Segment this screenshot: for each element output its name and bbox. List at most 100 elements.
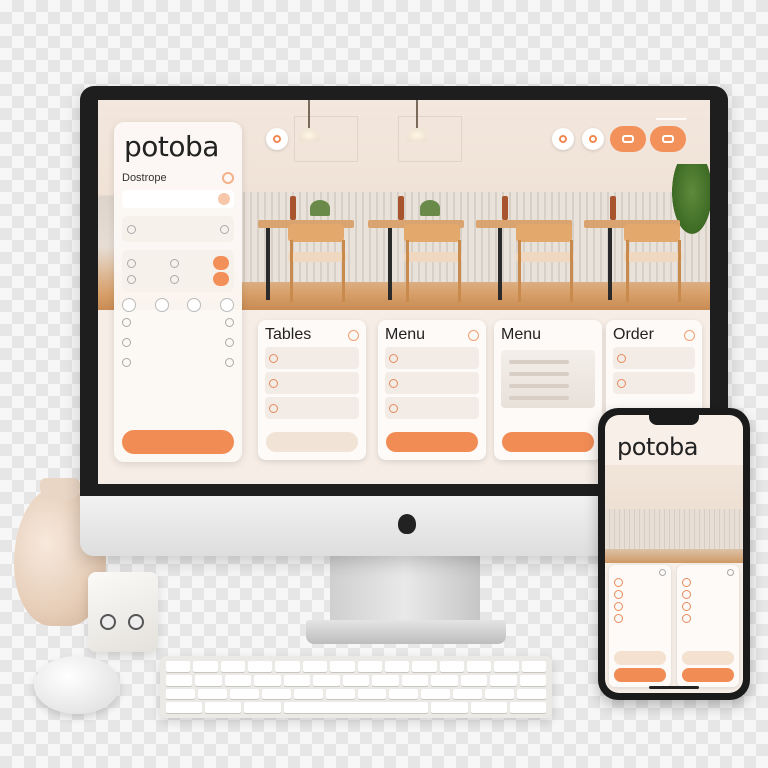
- cart-button[interactable]: [610, 126, 646, 152]
- mobile-panel-header: [614, 569, 666, 576]
- menu-preview: [501, 350, 595, 408]
- menu-line: [509, 396, 569, 400]
- chat-icon[interactable]: [170, 274, 179, 284]
- dish-icon: [682, 589, 691, 599]
- cake-icon[interactable]: [187, 298, 202, 312]
- menu-row[interactable]: [385, 397, 479, 419]
- chair-seat: [624, 252, 682, 262]
- quick-action-row: [127, 255, 229, 271]
- dish-icon: [389, 353, 398, 363]
- list-item[interactable]: [614, 600, 666, 612]
- dish-icon: [682, 577, 691, 587]
- sidebar-selection-row: [127, 221, 229, 237]
- list-item[interactable]: [614, 612, 666, 624]
- profile-button[interactable]: [650, 126, 686, 152]
- clock-icon[interactable]: [127, 258, 136, 268]
- sidebar-header: Dostrope: [122, 172, 234, 184]
- chair-seat: [288, 252, 346, 262]
- monitor-stand-base: [306, 620, 506, 644]
- chair-leg: [626, 240, 629, 302]
- more-icon[interactable]: [727, 569, 734, 576]
- chair-leg: [290, 240, 293, 302]
- card-header: Menu: [385, 326, 479, 344]
- list-item[interactable]: [614, 576, 666, 588]
- list-item[interactable]: [122, 312, 234, 332]
- table-icon: [269, 378, 278, 388]
- add-icon[interactable]: [213, 272, 229, 286]
- dish-icon: [389, 378, 398, 388]
- card-header: Menu: [501, 326, 595, 344]
- lamp-shade: [299, 128, 319, 142]
- desk-speaker: [88, 572, 158, 652]
- settings-icon[interactable]: [222, 172, 234, 184]
- sidebar-action-button[interactable]: [122, 430, 234, 454]
- mobile-secondary-button[interactable]: [614, 651, 666, 665]
- dot-icon: [225, 357, 234, 367]
- mobile-cafe-photo: [605, 465, 743, 563]
- card-title: Order: [613, 326, 654, 343]
- table-row[interactable]: [265, 347, 359, 369]
- chair-leg: [518, 240, 521, 302]
- list-item[interactable]: [682, 588, 734, 600]
- location-button[interactable]: [266, 128, 288, 150]
- home-indicator: [649, 686, 699, 689]
- list-item[interactable]: [682, 612, 734, 624]
- order-row[interactable]: [613, 347, 695, 369]
- sidebar-title: Dostrope: [122, 172, 167, 184]
- salad-icon[interactable]: [219, 298, 234, 312]
- filter-icon[interactable]: [218, 193, 230, 205]
- search-button[interactable]: [552, 128, 574, 150]
- list-item[interactable]: [682, 600, 734, 612]
- table-bottle: [398, 196, 404, 220]
- mobile-secondary-button[interactable]: [682, 651, 734, 665]
- table-plant: [420, 200, 440, 216]
- table-icon: [614, 589, 623, 599]
- more-icon[interactable]: [659, 569, 666, 576]
- tables-action-button[interactable]: [266, 432, 358, 452]
- dish-icon: [682, 601, 691, 611]
- order-row[interactable]: [613, 372, 695, 394]
- order-icon: [617, 378, 626, 388]
- dot-icon: [225, 337, 234, 347]
- notifications-button[interactable]: [582, 128, 604, 150]
- table-row[interactable]: [265, 397, 359, 419]
- menu-row[interactable]: [385, 347, 479, 369]
- table-icon: [614, 601, 623, 611]
- table-row[interactable]: [265, 372, 359, 394]
- table-icon: [614, 613, 623, 623]
- table-icon: [269, 353, 278, 363]
- sidebar-selection[interactable]: [122, 216, 234, 242]
- bell-icon: [589, 135, 597, 143]
- menu-action-button[interactable]: [386, 432, 478, 452]
- card-title: Menu: [385, 326, 426, 343]
- dot-icon: [225, 317, 234, 327]
- search-icon: [559, 135, 567, 143]
- chair-leg: [406, 240, 409, 302]
- mobile-brand-logo: potoba: [617, 433, 698, 461]
- user-icon[interactable]: [127, 274, 136, 284]
- calendar-icon[interactable]: [170, 258, 179, 268]
- lamp-shade: [407, 128, 427, 142]
- tea-icon[interactable]: [154, 298, 169, 312]
- mobile-primary-button[interactable]: [682, 668, 734, 682]
- mobile-primary-button[interactable]: [614, 668, 666, 682]
- chevron-down-icon[interactable]: [348, 329, 359, 341]
- coffee-icon[interactable]: [122, 298, 136, 312]
- chevron-down-icon[interactable]: [468, 329, 479, 341]
- toggle-on-icon[interactable]: [213, 256, 229, 270]
- list-item[interactable]: [614, 588, 666, 600]
- chair-seat: [404, 252, 462, 262]
- table-icon: [614, 577, 623, 587]
- menu-row[interactable]: [385, 372, 479, 394]
- card-title: Tables: [265, 326, 312, 343]
- menu-preview-button[interactable]: [502, 432, 594, 452]
- list-item[interactable]: [122, 352, 234, 372]
- table-leg: [266, 228, 270, 300]
- list-item[interactable]: [122, 332, 234, 352]
- more-icon: [220, 224, 229, 234]
- sidebar-search-field[interactable]: [122, 190, 234, 208]
- sidebar-categories: [122, 298, 234, 372]
- chevron-down-icon[interactable]: [684, 329, 695, 341]
- list-item[interactable]: [682, 576, 734, 588]
- tables-card: Tables: [258, 320, 366, 460]
